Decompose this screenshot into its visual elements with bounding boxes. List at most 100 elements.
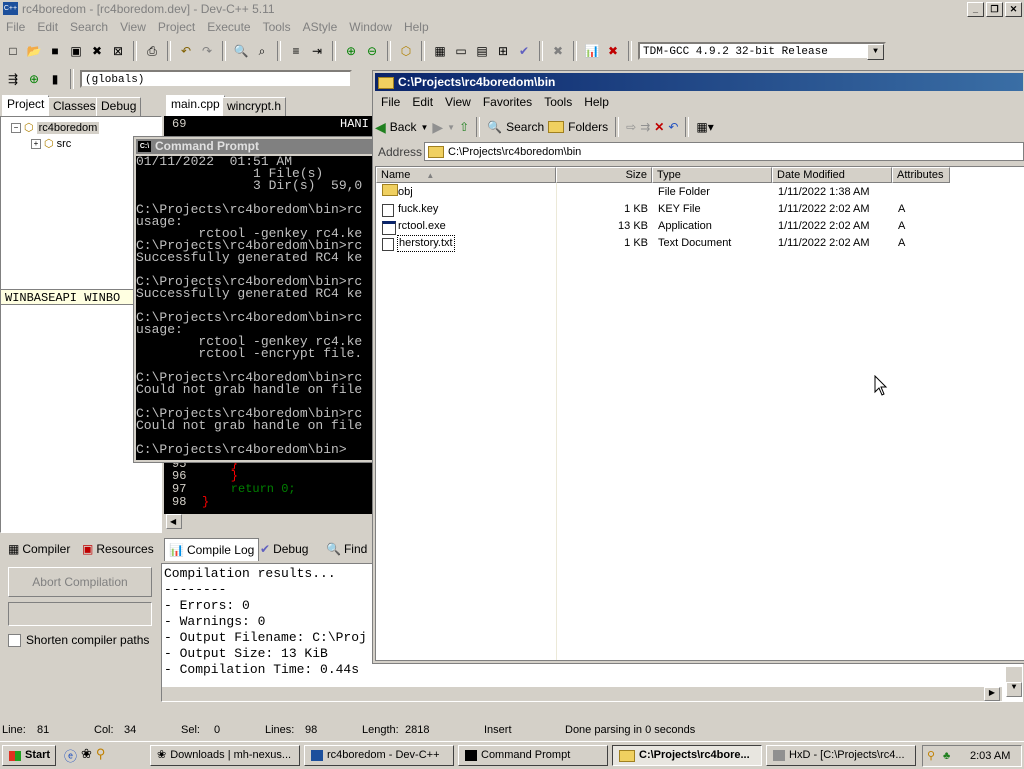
menu-project[interactable]: Project [152,18,201,37]
compiler-select[interactable]: TDM-GCC 4.9.2 32-bit Release ▼ [638,42,886,60]
explorer-menu-tools[interactable]: Tools [538,93,578,113]
globals-select[interactable]: (globals) [80,70,352,88]
undo-icon[interactable]: ↶ [668,120,678,134]
column-date[interactable]: Date Modified [772,167,892,183]
tab-project[interactable]: Project [2,95,50,117]
project-options-icon[interactable]: ⬡ [397,42,415,60]
menu-execute[interactable]: Execute [201,18,256,37]
file-list[interactable]: Name ▲ Size Type Date Modified Attributes… [375,166,1024,661]
log-vscrollbar[interactable]: ▼ [1006,667,1022,697]
forward-arrow-icon[interactable]: ▶ [432,119,443,136]
check-syntax-icon[interactable]: ✔ [515,42,533,60]
restore-button[interactable]: ❐ [986,2,1003,17]
tab-debug[interactable]: Debug [96,97,142,117]
tab-compile-log[interactable]: 📊 Compile Log [164,538,260,561]
copy-to-icon[interactable]: ⇉ [640,120,650,134]
folders-button[interactable]: Folders [568,120,608,134]
save-all-icon[interactable]: ▣ [67,42,85,60]
address-input[interactable]: C:\Projects\rc4boredom\bin [424,142,1024,161]
back-button[interactable]: Back [390,120,417,134]
task-command-prompt[interactable]: Command Prompt [458,745,608,766]
tab-main-cpp[interactable]: main.cpp [166,95,225,117]
scroll-right-icon[interactable]: ▶ [984,687,1000,701]
print-icon[interactable]: ⎙ [143,42,161,60]
class-browser-icon[interactable]: ⇶ [4,70,22,88]
cmd-title-bar[interactable]: C:\ Command Prompt [136,139,374,154]
menu-file[interactable]: File [0,18,31,37]
explorer-menu-file[interactable]: File [375,93,406,113]
views-icon[interactable]: ▦▾ [696,120,713,134]
bookmark-icon[interactable]: ▮ [46,70,64,88]
tree-node-src[interactable]: + ⬡ src [31,137,71,150]
menu-view[interactable]: View [114,18,152,37]
grid-icon[interactable]: ⊞ [494,42,512,60]
move-to-icon[interactable]: ⇨ [626,120,636,134]
chevron-down-icon[interactable]: ▼ [867,44,884,60]
menu-search[interactable]: Search [64,18,114,37]
tray-app-icon[interactable]: ♣ [943,746,950,766]
window-icon[interactable]: ▭ [452,42,470,60]
explorer-title-bar[interactable]: C:\Projects\rc4boredom\bin [375,73,1023,91]
explorer-menu-view[interactable]: View [439,93,477,113]
ie-icon[interactable]: ⓔ [64,746,77,765]
replace-icon[interactable]: ⌕ [253,42,271,60]
file-row-rctool-exe[interactable]: rctool.exe 13 KB Application 1/11/2022 2… [376,218,1021,235]
menu-window[interactable]: Window [343,18,398,37]
chevron-down-icon[interactable]: ▼ [447,123,455,132]
log-hscrollbar[interactable]: ▶ [162,687,1002,701]
back-arrow-icon[interactable]: ◀ [375,119,386,136]
file-row-herstory-txt[interactable]: herstory.txt 1 KB Text Document 1/11/202… [376,235,1021,252]
tab-classes[interactable]: Classes [48,97,101,117]
add-to-project-icon[interactable]: ⊕ [342,42,360,60]
task-hxd[interactable]: HxD - [C:\Projects\rc4... [766,745,916,766]
abort-compilation-button[interactable]: Abort Compilation [8,567,152,597]
search-icon[interactable]: ⚲ [927,746,935,766]
shorten-paths-option[interactable]: Shorten compiler paths [8,632,160,648]
pet-icon[interactable]: ❀ [81,746,92,765]
collapse-icon[interactable]: − [11,122,21,133]
new-file-icon[interactable]: □ [4,42,22,60]
find-icon[interactable]: 🔍 [232,42,250,60]
start-button[interactable]: Start [2,745,56,766]
command-prompt-window[interactable]: C:\ Command Prompt 01/11/2022 01:51 AM 1 … [133,136,377,463]
column-size[interactable]: Size [556,167,652,183]
cmd-console[interactable]: 01/11/2022 01:51 AM 1 File(s) 3 Dir(s) 5… [136,156,376,460]
chevron-down-icon[interactable]: ▼ [420,123,428,132]
tab-resources[interactable]: ▣ Resources [78,538,158,560]
goto-line-icon[interactable]: ⇥ [308,42,326,60]
tree-node-root[interactable]: − ⬡ rc4boredom [11,121,100,134]
profile-chart-icon[interactable]: 📊 [583,42,601,60]
up-folder-icon[interactable]: ⇧ [459,120,469,134]
tile-icon[interactable]: ▦ [431,42,449,60]
close-all-icon[interactable]: ⊠ [109,42,127,60]
search-icon[interactable]: ⚲ [96,746,106,765]
open-project-icon[interactable]: 📂 [25,42,43,60]
task-explorer[interactable]: C:\Projects\rc4bore... [612,745,762,766]
menu-help[interactable]: Help [398,18,435,37]
tab-compiler[interactable]: ▦ Compiler [4,538,74,560]
editor-hscrollbar[interactable]: ◀ [164,514,374,529]
insert-icon[interactable]: ⊕ [25,70,43,88]
undo-icon[interactable]: ↶ [177,42,195,60]
file-row-obj[interactable]: obj File Folder 1/11/2022 1:38 AM [376,184,1021,201]
menu-astyle[interactable]: AStyle [297,18,344,37]
explorer-menu-help[interactable]: Help [578,93,615,113]
delete-icon[interactable]: ✕ [654,120,664,134]
menu-edit[interactable]: Edit [31,18,64,37]
close-file-icon[interactable]: ✖ [88,42,106,60]
minimize-button[interactable]: _ [967,2,984,17]
scroll-left-icon[interactable]: ◀ [166,514,182,529]
expand-icon[interactable]: + [31,138,41,149]
redo-icon[interactable]: ↷ [198,42,216,60]
explorer-menu-edit[interactable]: Edit [406,93,439,113]
task-devcpp[interactable]: rc4boredom - Dev-C++ [304,745,454,766]
explorer-window[interactable]: C:\Projects\rc4boredom\bin File Edit Vie… [372,70,1024,664]
remove-from-project-icon[interactable]: ⊖ [363,42,381,60]
task-downloads[interactable]: ❀ Downloads | mh-nexus... [150,745,300,766]
tab-debug-bottom[interactable]: ✔ Debug [256,538,312,560]
scroll-down-icon[interactable]: ▼ [1006,682,1022,697]
column-name[interactable]: Name ▲ [376,167,556,183]
save-icon[interactable]: ■ [46,42,64,60]
close-button[interactable]: ✕ [1005,2,1022,17]
column-attributes[interactable]: Attributes [892,167,950,183]
